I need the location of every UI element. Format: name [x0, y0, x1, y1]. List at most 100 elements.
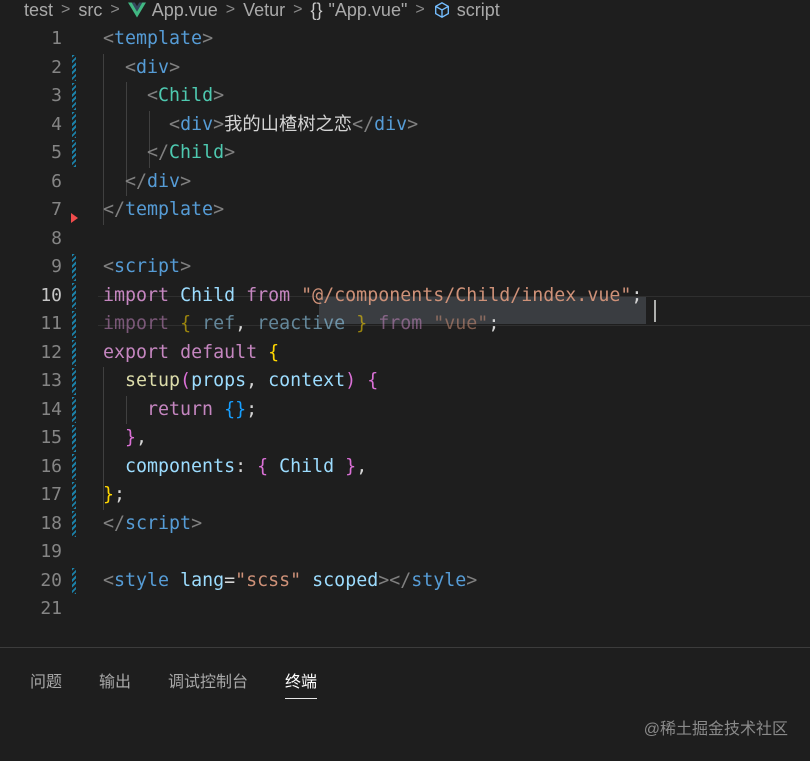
code-line[interactable]: 5 </Child>: [0, 139, 810, 168]
modified-line-indicator[interactable]: [72, 482, 76, 509]
code-line[interactable]: 13 setup(props, context) {: [0, 367, 810, 396]
code-token: </: [147, 142, 170, 163]
code-line[interactable]: 21: [0, 595, 810, 624]
code-token: lang: [180, 569, 225, 591]
code-line[interactable]: 3 <Child>: [0, 82, 810, 111]
modified-line-indicator[interactable]: [72, 282, 76, 309]
code-line[interactable]: 12 export default {: [0, 339, 810, 368]
chevron-right-icon: >: [415, 1, 425, 18]
vue-logo-icon: [127, 2, 146, 18]
tab-debug-console[interactable]: 调试控制台: [168, 668, 248, 698]
modified-line-indicator[interactable]: [72, 140, 76, 167]
code-line[interactable]: 2 <div>: [0, 54, 810, 83]
code-token: </: [103, 512, 126, 534]
breadcrumb-item-src[interactable]: src: [78, 1, 102, 19]
tab-output[interactable]: 输出: [99, 668, 131, 698]
code-line[interactable]: 9 <script>: [0, 253, 810, 282]
modified-line-indicator[interactable]: [72, 425, 76, 452]
line-number: 20: [40, 569, 62, 591]
bottom-panel: 问题 输出 调试控制台 终端 @稀土掘金技术社区: [0, 647, 810, 761]
modified-line-indicator[interactable]: [72, 510, 76, 537]
code-token: >: [466, 569, 478, 591]
code-token: template: [125, 199, 214, 220]
code-text: </template>: [103, 196, 224, 225]
code-token: ,: [235, 313, 258, 334]
code-token: >: [213, 85, 225, 106]
code-text: };: [103, 481, 125, 510]
code-token: return: [147, 398, 214, 420]
breadcrumb-item-file[interactable]: App.vue: [152, 1, 218, 19]
code-token: style: [114, 569, 170, 591]
line-number: 14: [40, 398, 62, 420]
code-token: ;: [246, 398, 258, 420]
code-line[interactable]: 11 import { ref, reactive } from "vue";: [0, 310, 810, 339]
code-token: props: [191, 370, 247, 391]
modified-line-indicator[interactable]: [72, 111, 76, 138]
modified-line-indicator[interactable]: [72, 254, 76, 281]
breadcrumb-item-script[interactable]: script: [457, 1, 500, 19]
line-number: 8: [51, 227, 62, 249]
code-token: <: [103, 28, 115, 49]
code-line[interactable]: 20 <style lang="scss" scoped></style>: [0, 567, 810, 596]
modified-line-indicator[interactable]: [72, 311, 76, 338]
code-token: scoped: [312, 569, 379, 591]
cube-icon: [434, 2, 449, 18]
code-line[interactable]: 4 <div>我的山楂树之恋</div>: [0, 111, 810, 140]
line-number: 17: [40, 484, 62, 505]
code-line[interactable]: 8: [0, 225, 810, 254]
code-line[interactable]: 1 <template>: [0, 25, 810, 54]
chevron-right-icon: >: [225, 1, 236, 18]
code-token: }: [103, 484, 115, 505]
code-editor[interactable]: 1 <template> 2 <div> 3 <Child> 4 <div>我的山楂树之…: [0, 25, 810, 637]
line-number: 10: [40, 284, 62, 306]
code-text: </Child>: [103, 139, 235, 168]
modified-line-indicator[interactable]: [72, 54, 76, 81]
modified-line-indicator[interactable]: [72, 453, 76, 480]
breadcrumb-item-vetur[interactable]: Vetur: [243, 1, 285, 19]
code-token: from: [246, 284, 291, 306]
line-number: 3: [51, 85, 62, 106]
line-number: 7: [51, 199, 62, 220]
modified-line-indicator[interactable]: [72, 396, 76, 423]
code-line[interactable]: 6 </div>: [0, 168, 810, 197]
code-line[interactable]: 7 </template>: [0, 196, 810, 225]
modified-line-indicator[interactable]: [72, 83, 76, 110]
modified-line-indicator[interactable]: [72, 339, 76, 366]
code-token: ,: [246, 370, 269, 391]
code-token: 我的山楂树之恋: [224, 113, 353, 135]
code-line[interactable]: 18 </script>: [0, 510, 810, 539]
modified-line-indicator[interactable]: [72, 567, 76, 594]
code-line[interactable]: 16 components: { Child },: [0, 453, 810, 482]
code-token: </: [125, 170, 148, 192]
code-line[interactable]: 15 },: [0, 424, 810, 453]
breadcrumb-item-test[interactable]: test: [24, 1, 53, 19]
code-token: Child: [169, 142, 225, 163]
code-token: ,: [136, 427, 148, 448]
code-line[interactable]: 17};: [0, 481, 810, 510]
modified-line-indicator[interactable]: [72, 368, 76, 395]
code-text: <div>: [103, 54, 180, 83]
code-token: {}: [224, 398, 247, 420]
code-token: "@/components/Child/index.vue": [301, 284, 632, 306]
tab-terminal[interactable]: 终端: [285, 668, 318, 699]
code-line[interactable]: 19: [0, 538, 810, 567]
code-line[interactable]: 14 return {};: [0, 396, 810, 425]
chevron-right-icon: >: [110, 1, 120, 18]
code-text: </script>: [103, 510, 202, 539]
tab-problems[interactable]: 问题: [30, 668, 62, 698]
code-token: Child: [158, 85, 214, 106]
code-token: script: [125, 512, 192, 534]
code-line[interactable]: 10 import Child from "@/components/Child/…: [0, 282, 810, 311]
breadcrumb-item-module[interactable]: "App.vue": [329, 1, 408, 19]
chevron-right-icon: >: [61, 1, 71, 18]
code-token: setup: [125, 370, 181, 391]
